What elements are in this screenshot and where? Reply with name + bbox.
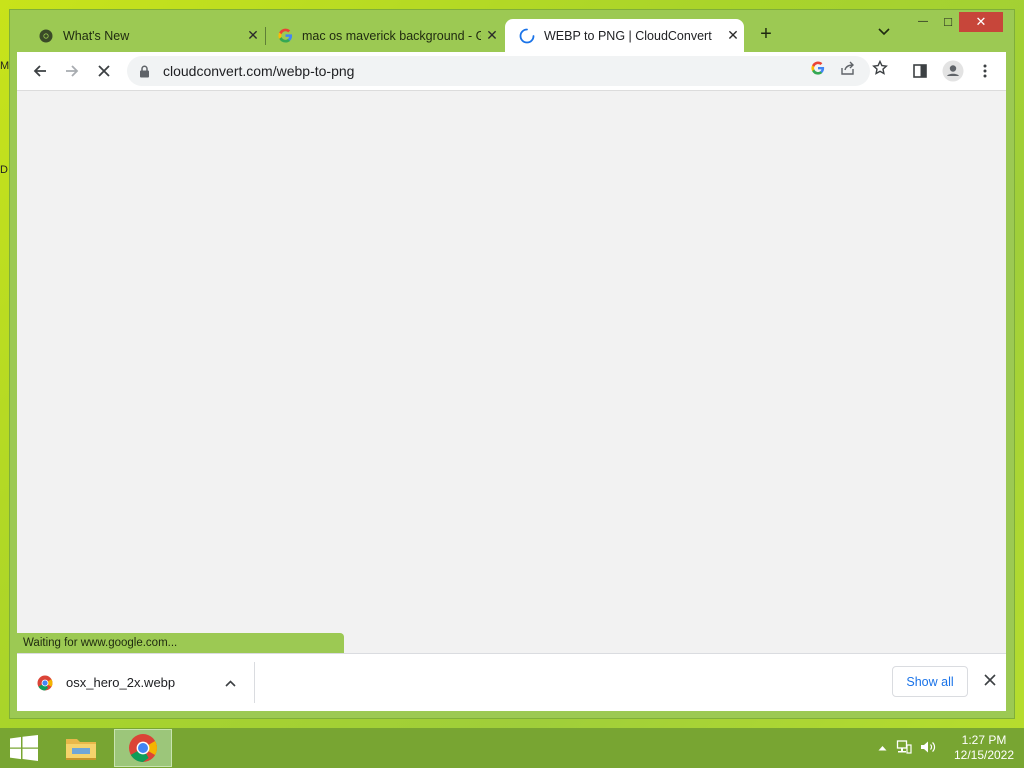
network-button[interactable] (894, 739, 914, 758)
google-lens-icon (811, 61, 825, 75)
google-icon (277, 28, 293, 44)
chevron-up-icon (878, 746, 886, 751)
taskbar-file-explorer[interactable] (52, 729, 110, 767)
share-button[interactable] (839, 59, 857, 77)
tab-whats-new[interactable]: What's New ✕ (24, 19, 264, 52)
side-panel-icon (913, 64, 927, 78)
forward-icon (66, 65, 79, 77)
download-item[interactable]: osx_hero_2x.webp (17, 654, 254, 711)
tab-close-button[interactable]: ✕ (722, 27, 744, 44)
volume-button[interactable] (918, 740, 938, 757)
bookmark-button[interactable] (871, 59, 889, 77)
windows-logo-icon (10, 735, 38, 761)
chrome-menu-button[interactable] (973, 59, 997, 83)
desktop-icon-label-d: D (0, 164, 8, 176)
download-divider (254, 662, 255, 703)
share-icon (841, 61, 854, 75)
back-button[interactable] (28, 59, 52, 83)
close-icon (984, 674, 996, 686)
show-hidden-icons-button[interactable] (874, 742, 890, 754)
download-shelf: osx_hero_2x.webp Show all (17, 653, 1006, 711)
maximize-button[interactable]: □ (935, 12, 961, 32)
tab-google-search[interactable]: mac os maverick background - G ✕ (263, 19, 503, 52)
window-close-button[interactable]: ✕ (959, 12, 1003, 32)
tab-strip: What's New ✕ mac os maverick background … (10, 10, 1014, 52)
clock-time: 1:27 PM (961, 733, 1007, 747)
loading-spinner-icon (519, 28, 535, 44)
google-lens-button[interactable] (809, 59, 827, 77)
desktop-icon-label-m: M (0, 60, 10, 72)
download-options-button[interactable] (220, 676, 240, 690)
start-button[interactable] (10, 735, 38, 761)
tab-title: WEBP to PNG | CloudConvert (544, 28, 712, 43)
tab-close-button[interactable]: ✕ (242, 27, 264, 44)
show-all-downloads-button[interactable]: Show all (892, 666, 968, 697)
stop-icon (98, 65, 110, 77)
network-icon (896, 739, 912, 754)
tab-title: mac os maverick background - G (302, 28, 481, 43)
browser-window: What's New ✕ mac os maverick background … (10, 10, 1014, 718)
tab-title: What's New (63, 28, 130, 43)
side-panel-button[interactable] (908, 59, 932, 83)
windows-taskbar: 1:27 PM 12/15/2022 (0, 728, 1024, 768)
taskbar-chrome[interactable] (114, 729, 172, 767)
clock-date: 12/15/2022 (953, 748, 1015, 762)
browser-toolbar: cloudconvert.com/webp-to-png (17, 52, 1006, 90)
bookmark-star-icon (872, 60, 888, 75)
chrome-icon (37, 675, 53, 691)
address-bar[interactable]: cloudconvert.com/webp-to-png (127, 56, 870, 86)
taskbar-clock[interactable]: 1:27 PM 12/15/2022 (944, 733, 1024, 763)
status-bubble: Waiting for www.google.com... (17, 633, 344, 653)
chevron-down-icon (878, 28, 890, 36)
chevron-up-icon (224, 679, 236, 687)
profile-button[interactable] (941, 59, 965, 83)
back-icon (33, 65, 46, 77)
menu-icon (983, 64, 987, 78)
speaker-icon (921, 741, 936, 752)
folder-icon (66, 739, 96, 760)
tab-close-button[interactable]: ✕ (481, 27, 503, 44)
system-tray (874, 728, 938, 768)
url-text: cloudconvert.com/webp-to-png (163, 63, 355, 79)
profile-icon (942, 60, 964, 82)
minimize-button[interactable]: — (910, 12, 936, 32)
tab-search-button[interactable] (874, 25, 894, 45)
stop-loading-button[interactable] (92, 59, 116, 83)
lock-icon (139, 65, 153, 78)
chrome-icon (38, 28, 54, 44)
chrome-icon (129, 734, 157, 762)
new-tab-button[interactable]: + (754, 23, 778, 47)
forward-button[interactable] (60, 59, 84, 83)
page-content-area: Waiting for www.google.com... (17, 90, 1006, 653)
download-filename: osx_hero_2x.webp (66, 675, 176, 690)
close-download-shelf-button[interactable] (979, 671, 1001, 693)
tab-cloudconvert[interactable]: WEBP to PNG | CloudConvert ✕ (505, 19, 744, 52)
